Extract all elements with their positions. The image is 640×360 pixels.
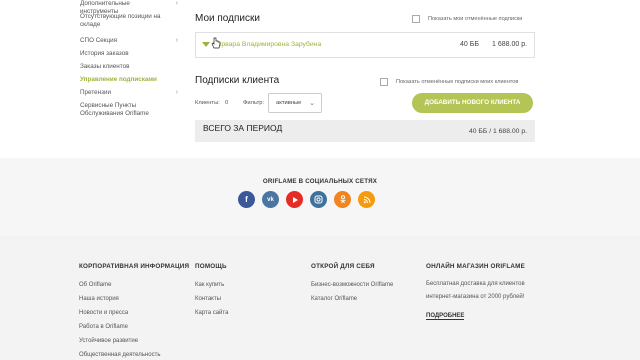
footer-col-discover: ОТКРОЙ ДЛЯ СЕБЯ Бизнес-возможности Orifl…	[311, 263, 393, 306]
footer-col-title: КОРПОРАТИВНАЯ ИНФОРМАЦИЯ	[79, 263, 190, 270]
sidebar-item-label: История заказов	[80, 50, 129, 57]
sidebar-item-label: Заказы клиентов	[80, 63, 130, 70]
chevron-down-icon: ⌄	[309, 100, 315, 107]
sidebar-item-missing-items[interactable]: Отсутствующие позиции на складе	[80, 13, 180, 29]
show-my-cancelled-toggle[interactable]: Показать мои отменённые подписки	[412, 15, 522, 23]
footer-link[interactable]: Наша история	[79, 292, 189, 306]
footer-link[interactable]: Новости и пресса	[79, 306, 189, 320]
sidebar-item-label: Отсутствующие позиции на складе	[80, 13, 161, 28]
show-my-cancelled-checkbox[interactable]	[412, 15, 420, 23]
footer-col-title: ОНЛАЙН МАГАЗИН ORIFLAME	[426, 263, 525, 270]
rss-icon[interactable]	[358, 191, 375, 208]
show-my-cancelled-label: Показать мои отменённые подписки	[428, 16, 523, 22]
footer-link[interactable]: Общественная деятельность	[79, 348, 189, 360]
sidebar-item-label: Управление подписками	[80, 76, 157, 83]
subscription-owner-name[interactable]: Варвара Владимировна Зарубина	[213, 41, 321, 48]
sidebar-item-label: Претензии	[80, 89, 112, 96]
hand-cursor-icon	[211, 37, 221, 49]
sidebar-item-client-orders[interactable]: Заказы клиентов	[80, 63, 180, 71]
subscription-bb: 40 ББ	[460, 41, 479, 48]
footer-col-corporate: КОРПОРАТИВНАЯ ИНФОРМАЦИЯ Об Oriflame Наш…	[79, 263, 189, 360]
social-section: ORIFLAME В СОЦИАЛЬНЫХ СЕТЯХ f vk	[0, 158, 640, 236]
chevron-right-icon: ›	[175, 37, 178, 44]
period-total-bar: ВСЕГО ЗА ПЕРИОД 40 ББ / 1 688.00 р.	[195, 120, 535, 142]
footer-shop-text: Бесплатная доставка для клиентов	[426, 281, 525, 287]
footer-link[interactable]: Работа в Oriflame	[79, 320, 189, 334]
show-client-cancelled-label: Показать отменённые подписки моих клиент…	[396, 79, 519, 85]
sidebar-item-order-history[interactable]: История заказов	[80, 50, 180, 58]
expand-triangle-icon[interactable]	[202, 42, 210, 47]
odnoklassniki-icon[interactable]	[334, 191, 351, 208]
sidebar-item-claims[interactable]: Претензии ›	[80, 89, 180, 97]
subscription-amount: 1 688.00 р.	[492, 41, 528, 48]
footer-link[interactable]: Контакты	[195, 292, 228, 306]
sidebar-item-spo[interactable]: СПО Секция ›	[80, 37, 180, 45]
account-area: Дополнительные инструменты › Отсутствующ…	[0, 0, 640, 158]
filter-select[interactable]: активные ⌄	[268, 93, 322, 113]
footer-link[interactable]: Устойчивое развитие	[79, 334, 189, 348]
footer-shop-text: интернет-магазина от 2000 рублей!	[426, 294, 525, 300]
footer-link[interactable]: Каталог Oriflame	[311, 292, 393, 306]
my-subscriptions-title: Мои подписки	[195, 13, 260, 24]
footer-col-shop: ОНЛАЙН МАГАЗИН ORIFLAME Бесплатная доста…	[426, 263, 525, 322]
filter-label: Фильтр:	[243, 100, 265, 106]
clients-label: Клиенты:	[195, 100, 220, 106]
chevron-right-icon: ›	[175, 0, 178, 7]
footer-link[interactable]: Об Oriflame	[79, 278, 189, 292]
sidebar-item-service-points[interactable]: Сервисные Пункты Обслуживания Oriflame	[80, 102, 170, 118]
site-footer: КОРПОРАТИВНАЯ ИНФОРМАЦИЯ Об Oriflame Наш…	[0, 236, 640, 360]
social-title: ORIFLAME В СОЦИАЛЬНЫХ СЕТЯХ	[262, 178, 378, 185]
show-client-cancelled-checkbox[interactable]	[380, 78, 388, 86]
social-icons: f vk	[238, 191, 375, 208]
add-new-client-button[interactable]: ДОБАВИТЬ НОВОГО КЛИЕНТА	[412, 93, 533, 113]
instagram-icon[interactable]	[310, 191, 327, 208]
period-total-label: ВСЕГО ЗА ПЕРИОД	[203, 123, 283, 133]
vk-icon[interactable]: vk	[262, 191, 279, 208]
clients-count: 0	[225, 100, 229, 106]
period-total-value: 40 ББ / 1 688.00 р.	[468, 128, 527, 135]
sidebar-item-subscriptions[interactable]: Управление подписками	[80, 76, 180, 84]
sidebar-item-label: Сервисные Пункты Обслуживания Oriflame	[80, 102, 149, 117]
youtube-icon[interactable]	[286, 191, 303, 208]
filter-value: активные	[276, 100, 302, 106]
chevron-right-icon: ›	[175, 89, 178, 96]
footer-col-help: ПОМОЩЬ Как купить Контакты Карта сайта	[195, 263, 228, 320]
facebook-icon[interactable]: f	[238, 191, 255, 208]
client-subscriptions-title: Подписки клиента	[195, 75, 280, 86]
footer-link[interactable]: Бизнес-возможности Oriflame	[311, 278, 393, 292]
footer-link[interactable]: Как купить	[195, 278, 228, 292]
footer-col-title: ПОМОЩЬ	[195, 263, 227, 270]
footer-link[interactable]: Карта сайта	[195, 306, 228, 320]
subscription-row[interactable]: Варвара Владимировна Зарубина 40 ББ 1 68…	[195, 32, 535, 58]
footer-more-link[interactable]: ПОДРОБНЕЕ	[426, 313, 465, 320]
sidebar-item-label: СПО Секция	[80, 37, 118, 44]
footer-col-title: ОТКРОЙ ДЛЯ СЕБЯ	[311, 263, 375, 270]
show-client-cancelled-toggle[interactable]: Показать отменённые подписки моих клиент…	[380, 78, 518, 86]
